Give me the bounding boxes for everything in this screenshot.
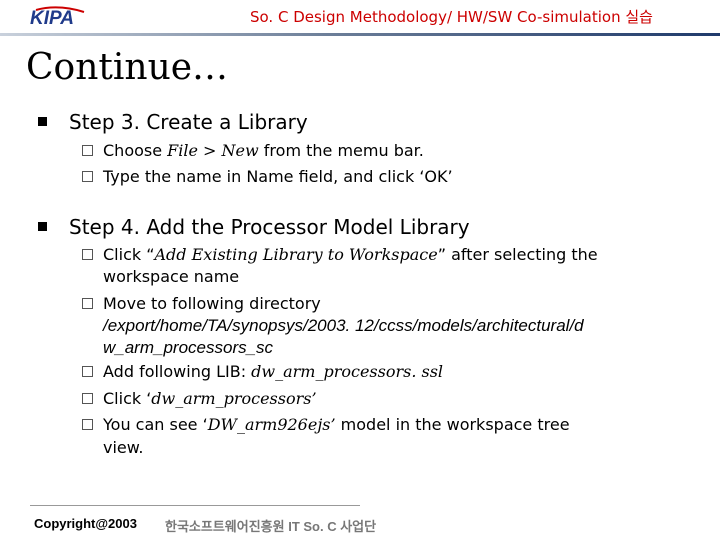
kipa-logo: KIPA xyxy=(30,6,85,28)
svg-text:KIPA: KIPA xyxy=(30,8,74,28)
menu-path-file-new: File > New xyxy=(167,141,259,160)
checkbox-bullet-icon xyxy=(82,419,93,430)
copyright-text: Copyright@2003 xyxy=(34,516,137,531)
directory-path-line-2: w_arm_processors_sc xyxy=(103,338,274,357)
checkbox-bullet-icon xyxy=(82,249,93,260)
step3-heading: Step 3. Create a Library xyxy=(69,110,308,134)
footer-divider xyxy=(30,505,360,506)
checkbox-bullet-icon xyxy=(82,145,93,156)
header-divider xyxy=(0,33,720,36)
directory-path-line-1: /export/home/TA/synopsys/2003. 12/ccss/m… xyxy=(103,316,584,335)
step4-heading: Step 4. Add the Processor Model Library xyxy=(69,215,470,239)
checkbox-bullet-icon xyxy=(82,171,93,182)
square-bullet-icon xyxy=(38,117,47,126)
footer-organization: 한국소프트웨어진흥원 IT So. C 사업단 xyxy=(165,519,377,534)
slide-title: Continue… xyxy=(26,47,229,88)
step3-heading-row: Step 3. Create a Library xyxy=(38,110,308,134)
checkbox-bullet-icon xyxy=(82,366,93,377)
square-bullet-icon xyxy=(38,222,47,231)
header-title: So. C Design Methodology/ HW/SW Co-simul… xyxy=(250,8,653,26)
checkbox-bullet-icon xyxy=(82,393,93,404)
checkbox-bullet-icon xyxy=(82,298,93,309)
step4-heading-row: Step 4. Add the Processor Model Library xyxy=(38,215,470,239)
